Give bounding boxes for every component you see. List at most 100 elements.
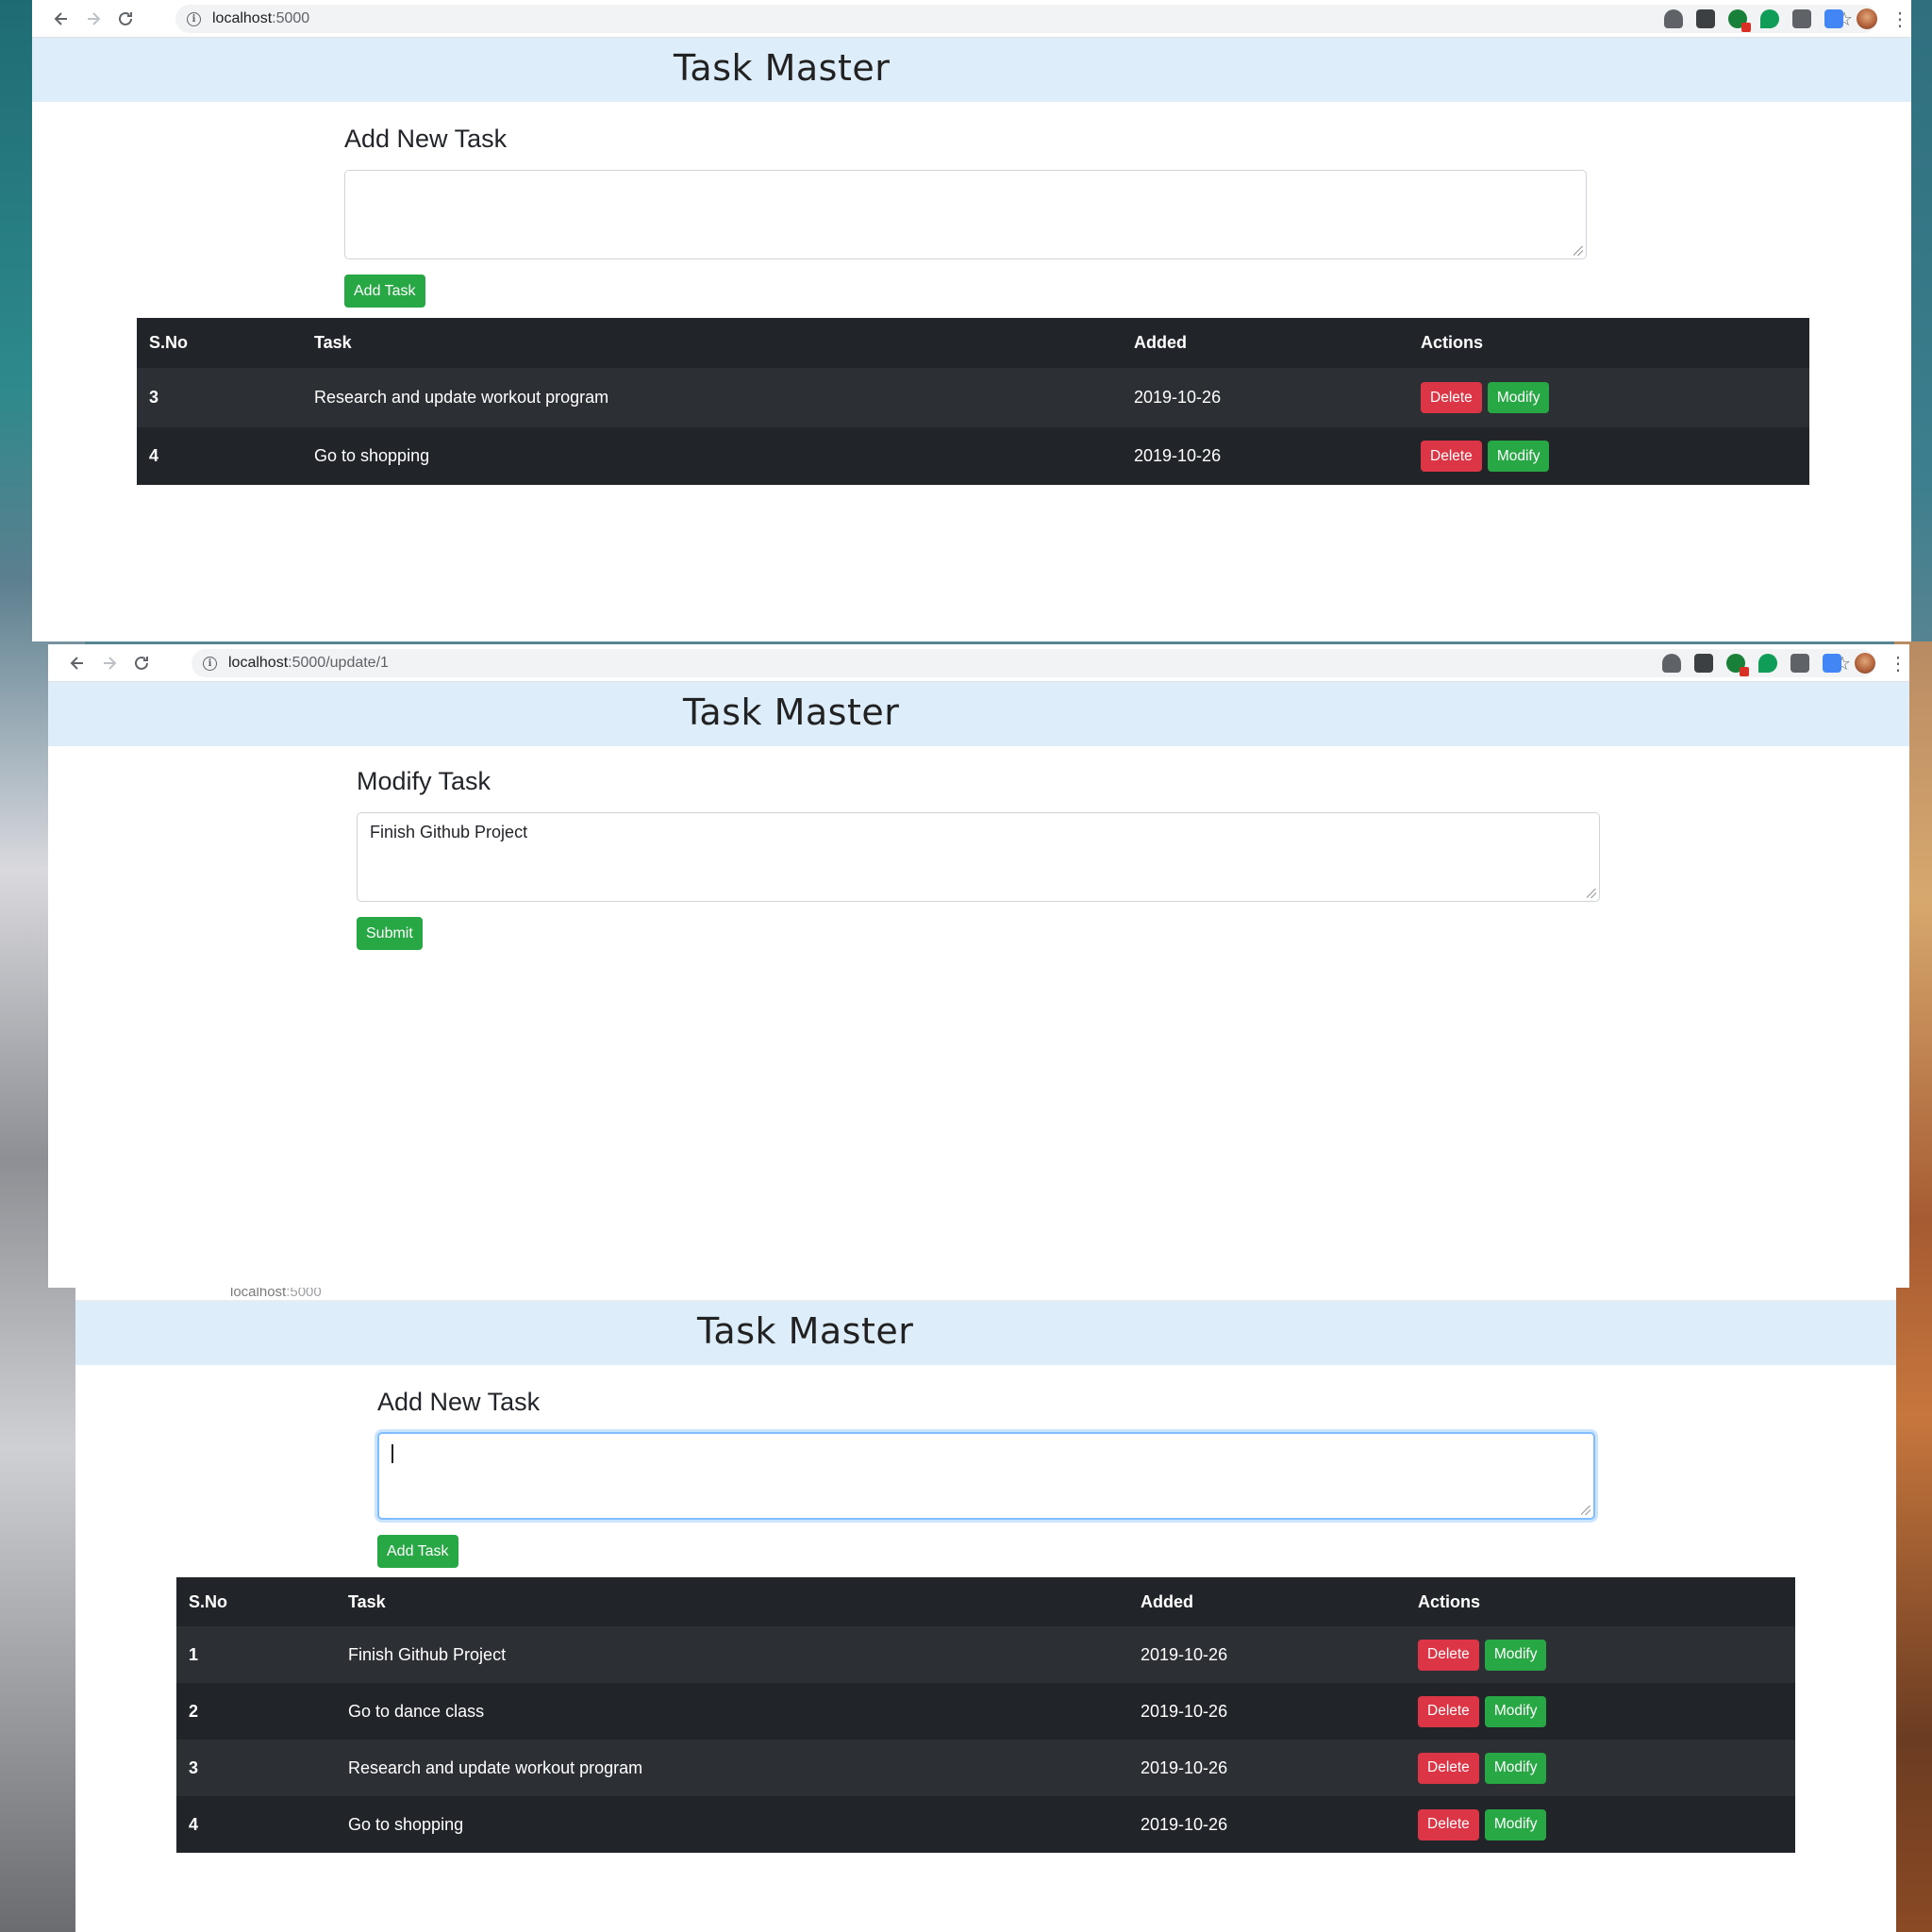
cell-added: 2019-10-26 <box>1141 1701 1228 1721</box>
menu-dots-icon[interactable]: ⋮ <box>1889 652 1907 675</box>
cell-actions: Delete Modify <box>1406 1740 1795 1796</box>
cell-task: Go to shopping <box>314 446 430 465</box>
back-icon[interactable] <box>45 3 77 35</box>
cell-task: Go to dance class <box>348 1701 485 1721</box>
reload-icon[interactable] <box>109 3 142 35</box>
cell-sno: 1 <box>189 1644 199 1664</box>
modify-button[interactable]: Modify <box>1484 1639 1547 1671</box>
leaf-extension-icon[interactable] <box>1760 9 1779 28</box>
info-icon[interactable]: i <box>203 656 217 671</box>
menu-dots-icon[interactable]: ⋮ <box>1890 8 1909 31</box>
delete-button[interactable]: Delete <box>1421 382 1482 413</box>
forward-icon[interactable] <box>77 3 109 35</box>
extensions-area: ⋮ <box>1664 0 1909 38</box>
cell-sno: 3 <box>189 1757 199 1777</box>
cell-sno: 3 <box>149 388 159 407</box>
profile-avatar[interactable] <box>1855 653 1875 674</box>
url-path: :5000 <box>272 10 310 26</box>
address-bar[interactable]: i localhost:5000 ☆ <box>175 5 1877 33</box>
app-title: Task Master <box>683 691 900 733</box>
address-bar[interactable]: i localhost:5000/update/1 ☆ <box>192 649 1875 677</box>
translate-extension-icon[interactable] <box>1824 9 1843 28</box>
app-header: Task Master <box>48 682 1909 746</box>
cell-task: Research and update workout program <box>348 1757 643 1777</box>
translate-extension-icon[interactable] <box>1823 654 1841 673</box>
add-task-button[interactable]: Add Task <box>344 275 425 308</box>
profile-avatar[interactable] <box>1857 8 1877 29</box>
cell-actions: Delete Modify <box>1406 1683 1795 1740</box>
cloud-extension-icon[interactable] <box>1664 9 1683 28</box>
modify-button[interactable]: Modify <box>1484 1752 1547 1784</box>
browser-window-1: i localhost:5000 ☆ ⋮ Task Master Add New… <box>32 0 1911 641</box>
form-heading: Modify Task <box>357 767 491 795</box>
modify-button[interactable]: Modify <box>1484 1808 1547 1840</box>
column-header-actions: Actions <box>1418 1591 1481 1611</box>
reload-icon[interactable] <box>125 647 158 679</box>
delete-button[interactable]: Delete <box>1418 1695 1479 1727</box>
add-task-button[interactable]: Add Task <box>377 1535 458 1568</box>
column-header-sno: S.No <box>149 333 189 352</box>
cell-sno: 4 <box>189 1814 199 1834</box>
forward-icon[interactable] <box>93 647 125 679</box>
app-header: Task Master <box>75 1301 1896 1365</box>
resize-grip[interactable] <box>1574 246 1583 256</box>
table-row: 2 Go to dance class 2019-10-26 Delete Mo… <box>176 1683 1795 1740</box>
table-row: 3 Research and update workout program 20… <box>176 1740 1795 1796</box>
box-extension-icon[interactable] <box>1694 654 1713 673</box>
browser-window-2: i localhost:5000/update/1 ☆ ⋮ Task Maste… <box>48 644 1909 1288</box>
modify-button[interactable]: Modify <box>1487 382 1550 413</box>
task-textarea[interactable]: Finish Github Project <box>357 812 1600 902</box>
table-row: 4 Go to shopping 2019-10-26 Delete Modif… <box>137 427 1809 485</box>
task-textarea-value: Finish Github Project <box>370 823 528 841</box>
facebook-extension-icon[interactable] <box>1792 9 1811 28</box>
modify-button[interactable]: Modify <box>1484 1695 1547 1727</box>
submit-button[interactable]: Submit <box>357 917 423 950</box>
table-row: 1 Finish Github Project 2019-10-26 Delet… <box>176 1626 1795 1683</box>
column-header-task: Task <box>314 333 352 352</box>
box-extension-icon[interactable] <box>1696 9 1715 28</box>
task-textarea[interactable] <box>344 170 1587 259</box>
cell-task: Go to shopping <box>348 1814 464 1834</box>
task-textarea[interactable] <box>377 1432 1595 1520</box>
cell-added: 2019-10-26 <box>1134 446 1222 465</box>
extensions-area: ⋮ <box>1662 644 1907 682</box>
cell-task: Research and update workout program <box>314 388 609 407</box>
modify-button[interactable]: Modify <box>1487 441 1550 472</box>
cell-sno: 4 <box>149 446 159 465</box>
grammar-extension-icon[interactable] <box>1726 654 1749 676</box>
table-header-row: S.No Task Added Actions <box>137 318 1809 368</box>
app-title: Task Master <box>674 47 891 89</box>
leaf-extension-icon[interactable] <box>1758 654 1777 673</box>
resize-grip[interactable] <box>1581 1506 1591 1515</box>
url-host: localhost <box>228 655 289 671</box>
cell-added: 2019-10-26 <box>1141 1644 1228 1664</box>
back-icon[interactable] <box>61 647 93 679</box>
cell-added: 2019-10-26 <box>1141 1814 1228 1834</box>
form-heading: Add New Task <box>377 1388 541 1416</box>
column-header-sno: S.No <box>189 1591 228 1611</box>
cell-added: 2019-10-26 <box>1134 388 1222 407</box>
cell-actions: Delete Modify <box>1406 1626 1795 1683</box>
form-heading: Add New Task <box>344 125 508 153</box>
task-table: S.No Task Added Actions 3 Research and u… <box>137 318 1809 485</box>
url-host: localhost <box>230 1288 287 1300</box>
app-title: Task Master <box>697 1310 914 1352</box>
delete-button[interactable]: Delete <box>1421 441 1482 472</box>
task-table: S.No Task Added Actions 1 Finish Github … <box>176 1577 1795 1853</box>
url-path: :5000 <box>286 1288 322 1300</box>
cell-sno: 2 <box>189 1701 199 1721</box>
delete-button[interactable]: Delete <box>1418 1752 1479 1784</box>
delete-button[interactable]: Delete <box>1418 1639 1479 1671</box>
grammar-extension-icon[interactable] <box>1728 9 1751 32</box>
facebook-extension-icon[interactable] <box>1790 654 1809 673</box>
delete-button[interactable]: Delete <box>1418 1808 1479 1840</box>
browser-toolbar: i localhost:5000/update/1 ☆ ⋮ <box>48 644 1909 682</box>
browser-toolbar: i localhost:5000 ☆ ⋮ <box>32 0 1911 38</box>
table-header-row: S.No Task Added Actions <box>176 1577 1795 1626</box>
app-header: Task Master <box>32 38 1911 102</box>
column-header-task: Task <box>348 1591 386 1611</box>
resize-grip[interactable] <box>1587 889 1596 898</box>
info-icon[interactable]: i <box>187 11 201 26</box>
text-caret <box>391 1444 393 1464</box>
cloud-extension-icon[interactable] <box>1662 654 1681 673</box>
